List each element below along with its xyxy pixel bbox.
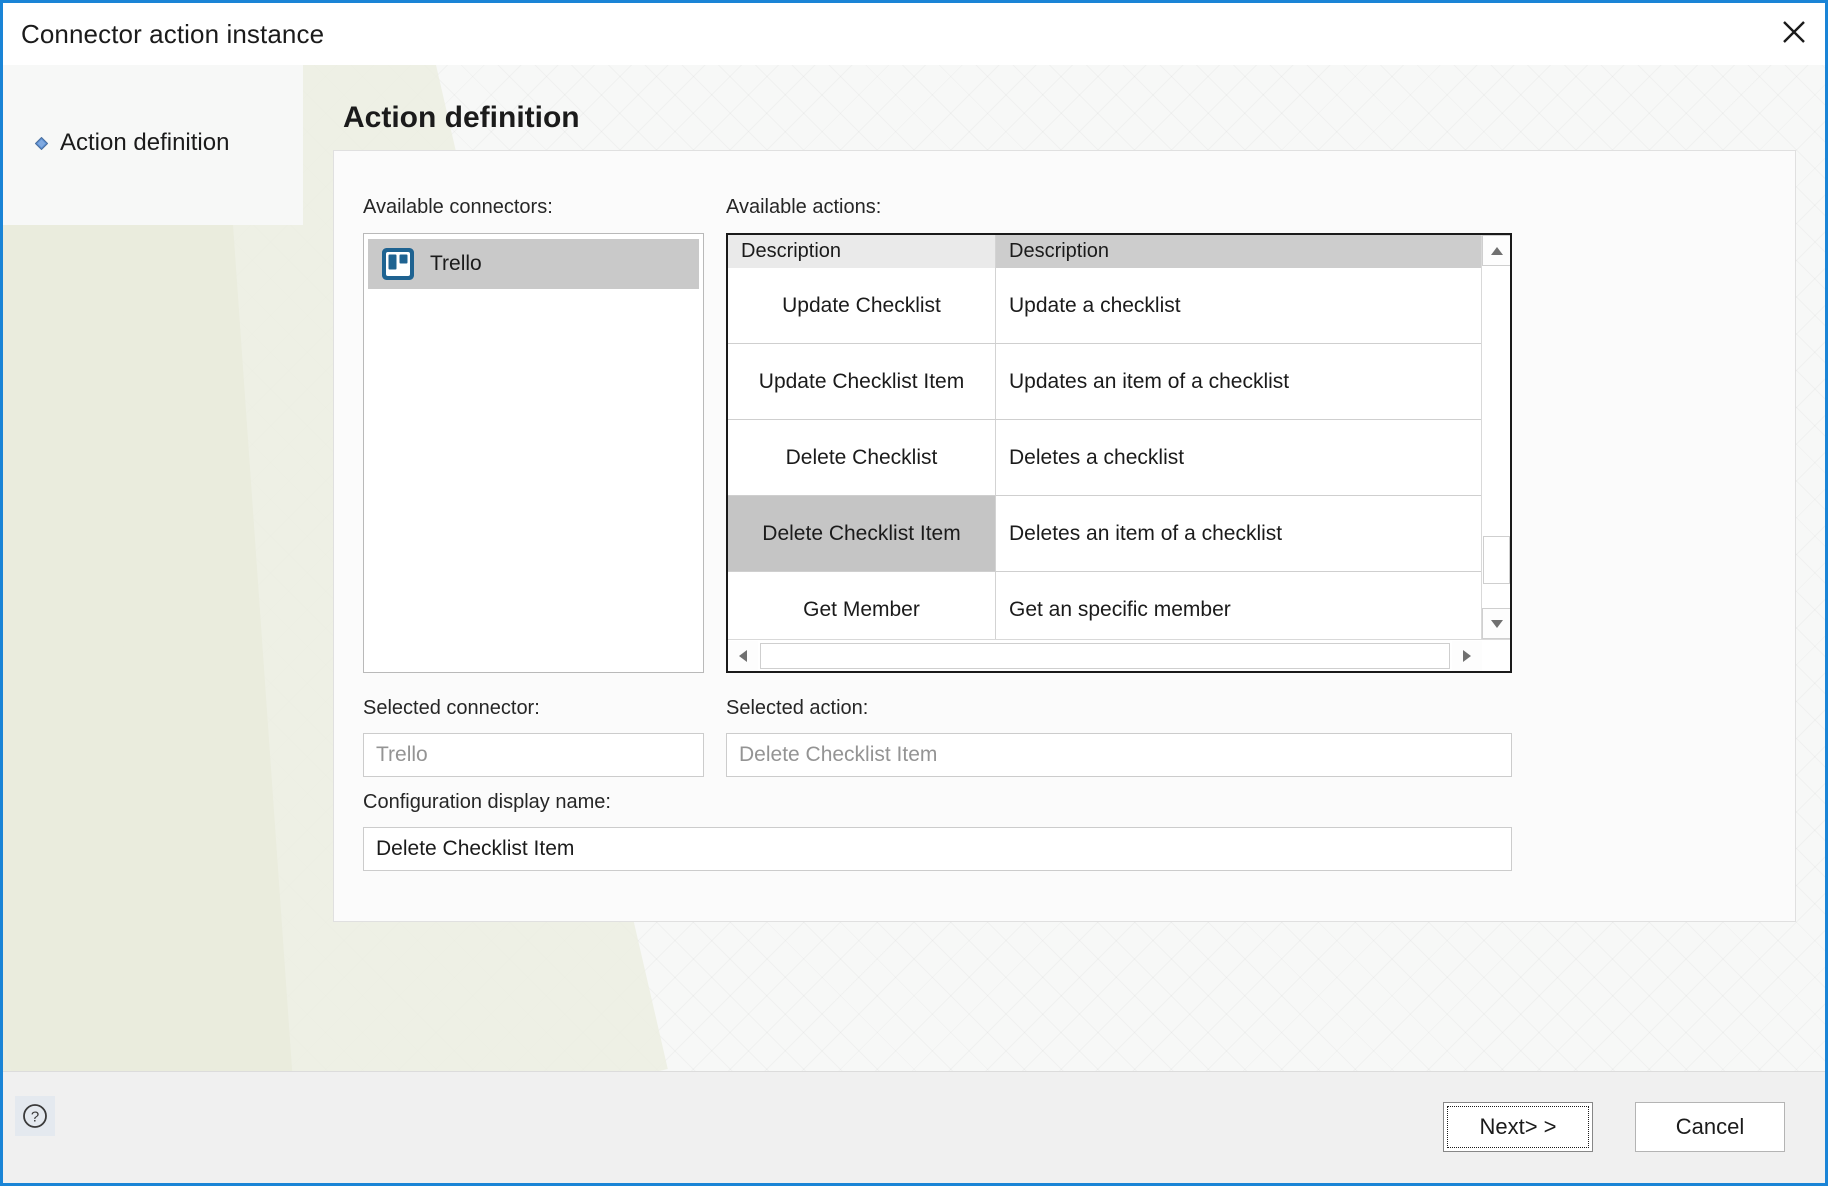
action-description-cell[interactable]: Get an specific member <box>996 572 1510 639</box>
title-bar: Connector action instance <box>3 3 1825 65</box>
cancel-button-label: Cancel <box>1675 1114 1745 1139</box>
list-item-connector[interactable]: Trello <box>368 239 699 289</box>
action-name-cell[interactable]: Delete Checklist Item <box>728 496 996 571</box>
action-description-cell[interactable]: Update a checklist <box>996 268 1510 343</box>
column-header-name[interactable]: Description <box>728 235 996 268</box>
available-actions-label: Available actions: <box>726 196 882 218</box>
grid-rows: Update Checklist Update a checklist Upda… <box>728 268 1510 639</box>
sidebar-item-action-definition[interactable]: Action definition <box>35 129 229 157</box>
dialog-body: Action definition Action definition Avai… <box>3 65 1825 1115</box>
column-header-description[interactable]: Description <box>996 235 1510 268</box>
grid-header-row: Description Description <box>728 235 1510 268</box>
selected-connector-label: Selected connector: <box>363 697 540 719</box>
action-name-cell[interactable]: Update Checklist Item <box>728 344 996 419</box>
vertical-scroll-thumb[interactable] <box>1483 536 1510 584</box>
next-button-label: Next> > <box>1479 1114 1557 1139</box>
action-name-cell[interactable]: Update Checklist <box>728 268 996 343</box>
scroll-up-icon[interactable] <box>1482 235 1510 266</box>
action-name-cell[interactable]: Get Member <box>728 572 996 639</box>
available-connectors-label: Available connectors: <box>363 196 553 218</box>
configuration-display-name-label: Configuration display name: <box>363 791 611 813</box>
horizontal-scroll-thumb[interactable] <box>760 642 1450 669</box>
available-connectors-list[interactable]: Trello <box>363 233 704 673</box>
page-title: Action definition <box>343 101 580 134</box>
selected-action-label: Selected action: <box>726 697 869 719</box>
action-description-cell[interactable]: Deletes an item of a checklist <box>996 496 1510 571</box>
grid-vertical-scrollbar[interactable] <box>1481 235 1510 639</box>
trello-icon <box>382 248 414 280</box>
wizard-sidebar: Action definition <box>3 65 333 1115</box>
table-row[interactable]: Delete Checklist Deletes a checklist <box>728 420 1510 496</box>
table-row[interactable]: Update Checklist Item Updates an item of… <box>728 344 1510 420</box>
action-description-cell[interactable]: Deletes a checklist <box>996 420 1510 495</box>
action-description-cell[interactable]: Updates an item of a checklist <box>996 344 1510 419</box>
action-name-cell[interactable]: Delete Checklist <box>728 420 996 495</box>
action-definition-panel: Available connectors: Available actions: <box>333 150 1796 922</box>
scroll-right-icon[interactable] <box>1452 640 1482 671</box>
selected-connector-input[interactable] <box>363 733 704 777</box>
window-title: Connector action instance <box>21 18 325 49</box>
connector-action-instance-window: Connector action instance Action definit… <box>0 0 1828 1186</box>
close-icon[interactable] <box>1763 3 1825 61</box>
available-actions-grid[interactable]: Description Description Update Checklist… <box>726 233 1512 673</box>
grid-horizontal-scrollbar[interactable] <box>728 639 1510 671</box>
sidebar-item-label: Action definition <box>60 129 230 156</box>
step-bullet-icon <box>35 136 48 150</box>
scroll-down-icon[interactable] <box>1482 608 1510 639</box>
table-row[interactable]: Update Checklist Update a checklist <box>728 268 1510 344</box>
connector-name: Trello <box>430 252 482 275</box>
main-content: Action definition Available connectors: … <box>333 65 1825 1115</box>
table-row-selected[interactable]: Delete Checklist Item Deletes an item of… <box>728 496 1510 572</box>
table-row[interactable]: Get Member Get an specific member <box>728 572 1510 639</box>
scroll-left-icon[interactable] <box>728 640 758 671</box>
configuration-display-name-input[interactable] <box>363 827 1512 871</box>
selected-action-input[interactable] <box>726 733 1512 777</box>
